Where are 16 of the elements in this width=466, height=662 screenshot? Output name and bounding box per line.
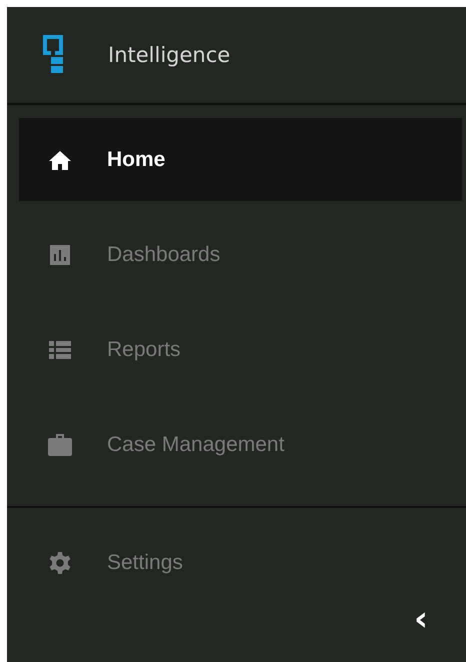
nav-label: Reports: [107, 338, 181, 362]
settings-icon: [48, 550, 72, 574]
app-title: Intelligence: [108, 43, 230, 67]
nav-item[interactable]: Home: [19, 118, 462, 201]
nav-item[interactable]: Case Management: [19, 403, 462, 486]
nav-label: Home: [107, 148, 166, 172]
nav-label: Case Management: [107, 432, 284, 456]
nav-label: Dashboards: [107, 242, 220, 266]
nav-item[interactable]: Dashboards: [19, 213, 462, 296]
collapse-button[interactable]: ‹: [410, 606, 432, 632]
briefcase-icon: [48, 432, 72, 456]
bar-chart-icon: [48, 242, 72, 266]
nav-item[interactable]: Reports: [19, 308, 462, 391]
nav-label: Settings: [107, 550, 183, 574]
nav-item[interactable]: Settings: [19, 521, 462, 604]
logo-icon: [43, 35, 63, 75]
